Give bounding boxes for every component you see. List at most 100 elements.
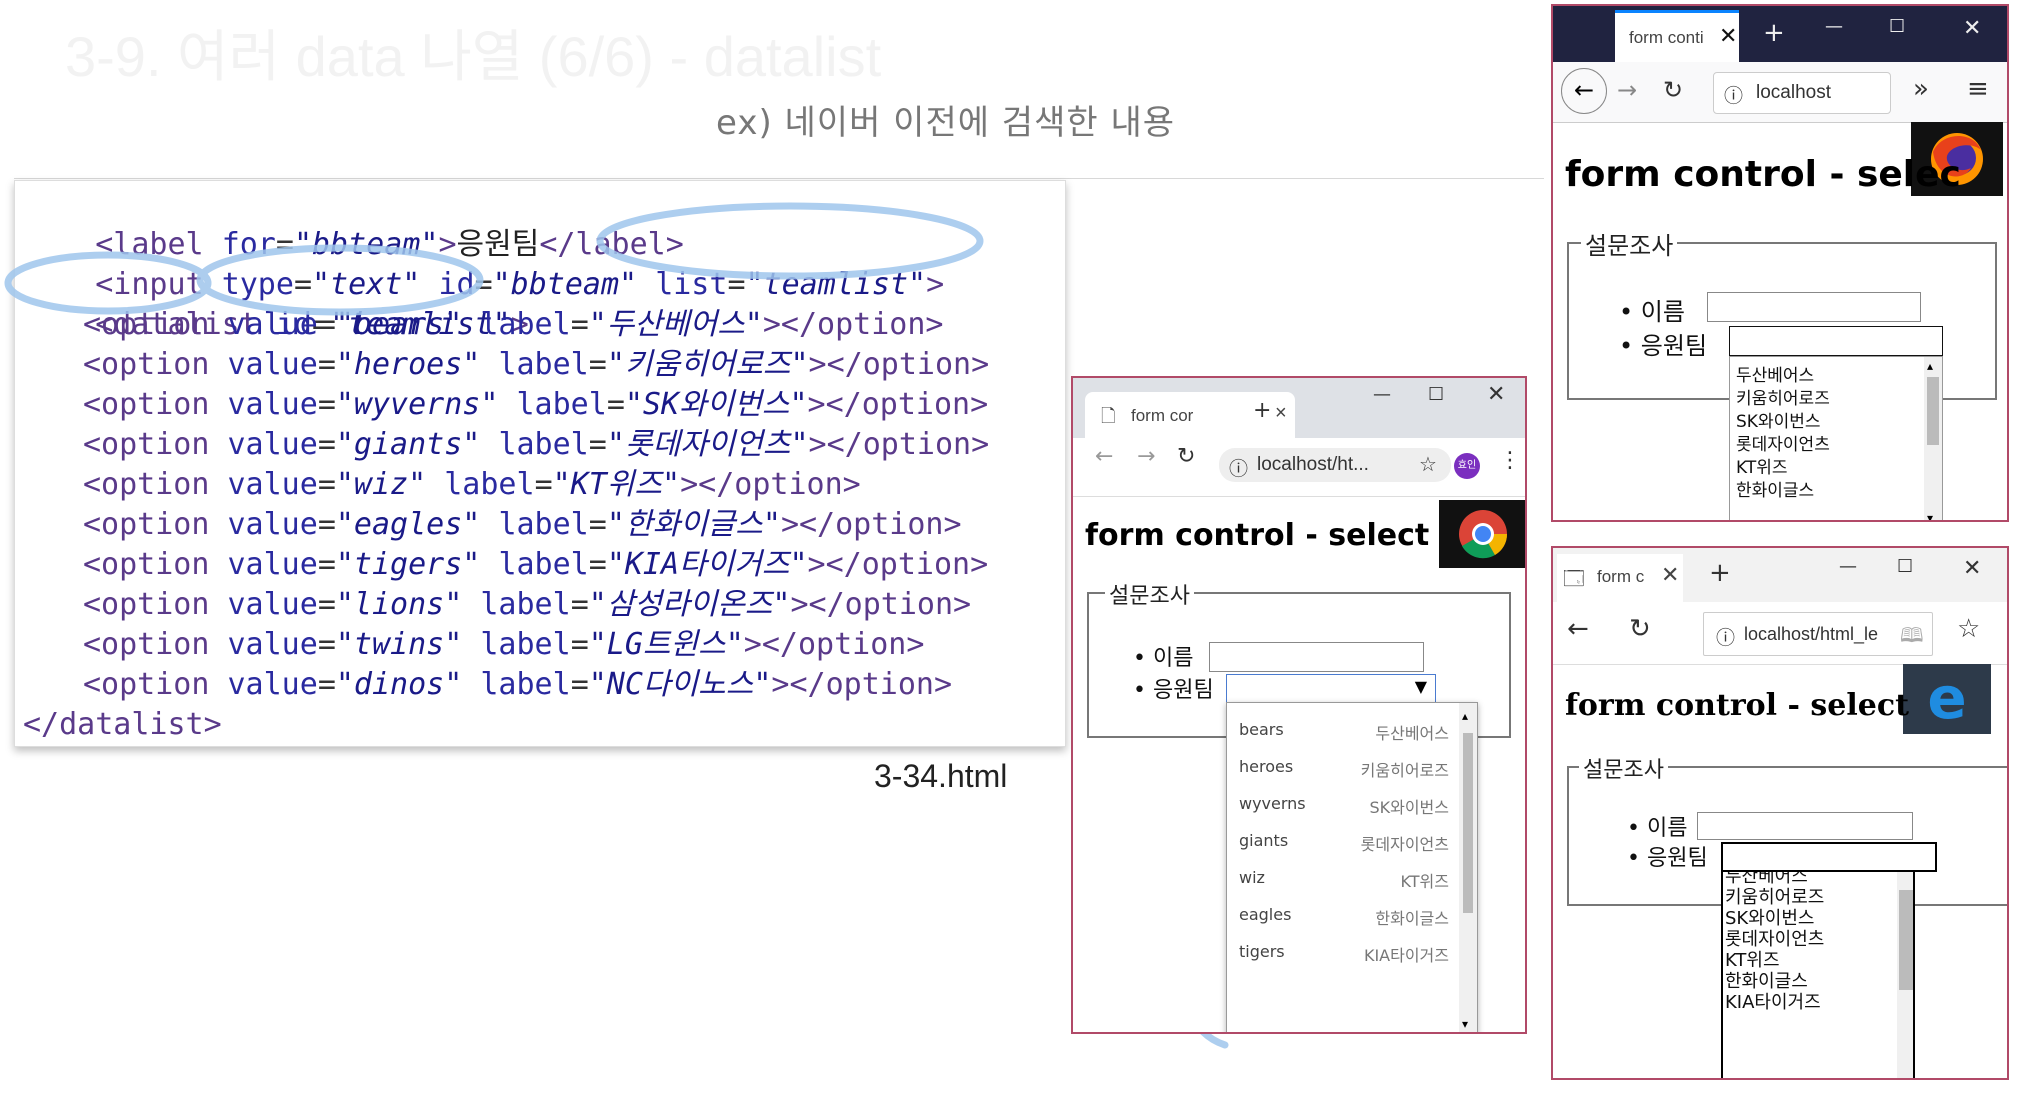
option-label: 한화이글스	[1375, 909, 1449, 928]
firefox-tab[interactable]: form conti ✕	[1615, 10, 1739, 62]
chrome-logo	[1439, 500, 1525, 568]
dropdown-option[interactable]: KIA타이거즈	[1725, 988, 1821, 1014]
scrollbar-thumb[interactable]	[1463, 733, 1473, 913]
option-value: heroes	[1239, 757, 1294, 776]
chrome-datalist-dropdown[interactable]: bears 두산베어스 heroes 키움히어로즈 wyverns SK와이번스 giant…	[1226, 702, 1478, 1032]
dropdown-option[interactable]: tigers KIA타이거즈	[1227, 933, 1459, 969]
name-input[interactable]	[1209, 642, 1424, 672]
dropdown-option[interactable]: 두산베어스	[1736, 361, 1814, 386]
edge-logo: e	[1903, 664, 1991, 734]
star-icon[interactable]: ☆	[1419, 452, 1437, 477]
highlight-datalist-id	[196, 244, 484, 316]
overflow-chevron-icon[interactable]: »	[1913, 74, 1929, 104]
new-tab-button[interactable]: +	[1253, 398, 1271, 423]
forward-icon[interactable]: →	[1137, 444, 1155, 469]
page-icon: 🗋	[1101, 406, 1116, 426]
page-heading: form control - select	[1565, 688, 1909, 723]
option-value: giants	[1239, 831, 1289, 850]
team-input[interactable]: ▼	[1226, 674, 1436, 704]
tab-page-icon: 🗔	[1563, 568, 1585, 590]
dropdown-option[interactable]: 키움히어로즈	[1736, 384, 1830, 409]
chrome-window: 🗋 form cor × + — ☐ ✕ ← → ↻ ⓘ localhost/h…	[1071, 376, 1527, 1034]
option-value: eagles	[1239, 905, 1292, 924]
scroll-down-icon[interactable]: ▾	[1462, 1017, 1468, 1031]
reading-view-icon[interactable]: 🕮	[1900, 621, 1924, 655]
dropdown-option[interactable]: giants 롯데자이언츠	[1227, 822, 1459, 858]
option-label: KT위즈	[1400, 872, 1449, 891]
scrollbar-thumb[interactable]	[1927, 377, 1939, 445]
firefox-datalist-dropdown[interactable]: 두산베어스 키움히어로즈 SK와이번스 롯데자이언츠 KT위즈 한화이글스 ▴ ▾	[1729, 356, 1943, 520]
info-icon: ⓘ	[1724, 86, 1744, 107]
page-heading: form control - select	[1085, 518, 1430, 553]
address-bar[interactable]: ⓘ localhost	[1713, 72, 1891, 114]
dropdown-option[interactable]: 한화이글스	[1736, 476, 1814, 501]
option-label: 롯데자이언츠	[1360, 835, 1449, 854]
back-icon[interactable]: ←	[1567, 614, 1589, 644]
dropdown-option[interactable]: wyverns SK와이번스	[1227, 785, 1459, 821]
hamburger-menu-icon[interactable]: ≡	[1967, 74, 1989, 104]
close-window-button[interactable]: ✕	[1963, 556, 1981, 581]
back-icon[interactable]: ←	[1095, 444, 1113, 469]
close-tab-icon[interactable]: ✕	[1661, 562, 1679, 588]
edge-tab[interactable]: 🗔 form c ✕	[1557, 554, 1683, 602]
page-heading: form control - selec	[1565, 154, 1961, 195]
refresh-icon[interactable]: ↻	[1629, 614, 1651, 644]
menu-icon[interactable]: ⋮	[1499, 448, 1521, 473]
scrollbar-thumb[interactable]	[1899, 890, 1913, 990]
dropdown-option[interactable]: heroes 키움히어로즈	[1227, 748, 1459, 784]
option-label: 두산베어스	[1375, 724, 1449, 743]
forward-icon[interactable]: →	[1617, 76, 1637, 104]
scroll-up-icon[interactable]: ▴	[1927, 359, 1933, 373]
back-icon[interactable]: ←	[1561, 68, 1607, 114]
maximize-button[interactable]: ☐	[1428, 384, 1444, 405]
tab-title: form cor	[1131, 406, 1194, 425]
close-tab-icon[interactable]: ✕	[1719, 23, 1737, 49]
fieldset-legend: 설문조사	[1579, 752, 1668, 784]
svg-text:e: e	[1927, 664, 1966, 732]
reload-icon[interactable]: ↻	[1663, 76, 1683, 104]
close-window-button[interactable]: ✕	[1487, 382, 1505, 407]
minimize-button[interactable]: —	[1839, 556, 1857, 577]
new-tab-button[interactable]: +	[1709, 558, 1731, 588]
dropdown-option[interactable]: 롯데자이언츠	[1736, 430, 1830, 455]
option-value: bears	[1239, 720, 1284, 739]
address-bar[interactable]: ⓘ localhost/ht... ☆	[1219, 448, 1451, 482]
option-value: wiz	[1239, 868, 1265, 887]
profile-avatar[interactable]: 효인	[1454, 453, 1480, 479]
highlight-list-attr	[596, 202, 984, 280]
option-label: 키움히어로즈	[1360, 761, 1449, 780]
dropdown-arrow-icon[interactable]: ▼	[1415, 677, 1427, 696]
option-value: wyverns	[1239, 794, 1306, 813]
maximize-button[interactable]: ☐	[1897, 556, 1913, 577]
minimize-button[interactable]: —	[1373, 384, 1391, 405]
maximize-button[interactable]: ☐	[1889, 16, 1905, 37]
name-input[interactable]	[1697, 812, 1913, 840]
dropdown-option[interactable]: bears 두산베어스	[1227, 711, 1459, 747]
edge-datalist-dropdown[interactable]: 두산베어스 키움히어로즈 SK와이번스 롯데자이언츠 KT위즈 한화이글스 KIA타이거즈	[1721, 870, 1915, 1078]
name-input[interactable]	[1707, 292, 1921, 322]
minimize-button[interactable]: —	[1825, 16, 1843, 37]
team-input[interactable]	[1729, 326, 1943, 356]
name-label: • 이름	[1133, 646, 1194, 671]
dropdown-option[interactable]: SK와이번스	[1736, 407, 1821, 432]
filename-label: 3-34.html	[874, 758, 1008, 794]
highlight-datalist-tag	[4, 251, 212, 315]
team-input[interactable]	[1721, 842, 1937, 872]
favorites-star-icon[interactable]: ☆	[1957, 614, 1980, 644]
firefox-window: form conti ✕ + — ☐ ✕ ← → ↻ ⓘ localhost »…	[1551, 4, 2009, 522]
info-icon: ⓘ	[1716, 628, 1736, 649]
address-bar[interactable]: ⓘ localhost/html_le 🕮	[1703, 612, 1933, 656]
close-window-button[interactable]: ✕	[1963, 16, 1981, 41]
dropdown-option[interactable]: eagles 한화이글스	[1227, 896, 1459, 932]
dropdown-option[interactable]: KT위즈	[1736, 453, 1788, 478]
close-tab-icon[interactable]: ×	[1275, 402, 1287, 425]
reload-icon[interactable]: ↻	[1177, 444, 1195, 469]
scroll-up-icon[interactable]: ▴	[1462, 709, 1468, 723]
dropdown-option[interactable]: wiz KT위즈	[1227, 859, 1459, 895]
option-value: tigers	[1239, 942, 1285, 961]
team-label: • 응원팀	[1619, 332, 1708, 360]
new-tab-button[interactable]: +	[1763, 18, 1785, 48]
fieldset-legend: 설문조사	[1105, 578, 1194, 610]
name-label: • 이름	[1619, 298, 1685, 326]
scroll-down-icon[interactable]: ▾	[1927, 511, 1933, 520]
